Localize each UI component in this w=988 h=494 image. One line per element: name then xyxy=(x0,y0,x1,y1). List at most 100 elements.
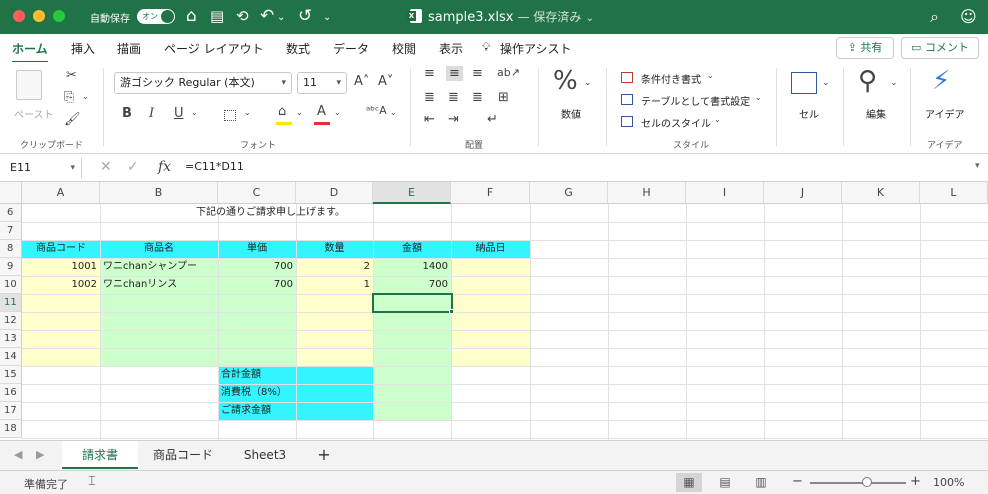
cell-a9[interactable]: 1001 xyxy=(22,258,100,276)
borders-icon[interactable] xyxy=(224,110,236,121)
row-header-13[interactable]: 13 xyxy=(0,330,22,348)
cell-c17[interactable]: ご請求金額 xyxy=(218,402,274,420)
cell-a8[interactable]: 商品コード xyxy=(22,240,100,258)
lightbulb-icon[interactable]: 💡︎ xyxy=(482,40,490,55)
insert-function-icon[interactable]: fx xyxy=(158,159,171,175)
format-as-table-button[interactable]: テーブルとして書式設定 xyxy=(641,93,750,108)
fill-color-dropdown-icon[interactable]: ⌄ xyxy=(296,108,303,117)
tab-insert[interactable]: 挿入 xyxy=(71,40,95,57)
increase-indent-icon[interactable]: ⇥ xyxy=(448,112,459,127)
conditional-format-dropdown-icon[interactable]: ⌄ xyxy=(707,71,714,80)
paste-icon[interactable] xyxy=(16,70,42,100)
sync-icon[interactable]: ⟲ xyxy=(236,6,249,26)
row-header-16[interactable]: 16 xyxy=(0,384,22,402)
cancel-icon[interactable]: ✕ xyxy=(100,159,112,175)
row-header-7[interactable]: 7 xyxy=(0,222,22,240)
cell-c6[interactable]: 下記の通りご請求申し上げます。 xyxy=(193,204,348,222)
phonetic-dropdown-icon[interactable]: ⌄ xyxy=(390,108,397,117)
enter-icon[interactable]: ✓ xyxy=(127,159,139,175)
account-icon[interactable]: ☺ xyxy=(960,7,977,26)
expand-formula-icon[interactable]: ▾ xyxy=(975,161,980,171)
save-icon[interactable]: ▤ xyxy=(210,6,224,26)
macro-record-icon[interactable]: ⌶ xyxy=(88,474,96,489)
fullscreen-window-button[interactable] xyxy=(53,10,65,22)
sheet-tab-invoice[interactable]: 請求書 xyxy=(62,441,138,469)
align-right-icon[interactable]: ≣ xyxy=(472,90,483,105)
add-sheet-button[interactable]: + xyxy=(310,441,338,469)
format-as-table-dropdown-icon[interactable]: ⌄ xyxy=(755,93,762,102)
cell-b8[interactable]: 商品名 xyxy=(100,240,218,258)
cell-a10[interactable]: 1002 xyxy=(22,276,100,294)
cell-f8[interactable]: 納品日 xyxy=(451,240,530,258)
cell-c10[interactable]: 700 xyxy=(218,276,296,294)
cells-dropdown-icon[interactable]: ⌄ xyxy=(822,78,830,88)
row-header-8[interactable]: 8 xyxy=(0,240,22,258)
conditional-format-button[interactable]: 条件付き書式 xyxy=(641,71,701,86)
align-bottom-icon[interactable]: ≡ xyxy=(472,66,483,81)
row-header-17[interactable]: 17 xyxy=(0,402,22,420)
cell-d9[interactable]: 2 xyxy=(296,258,373,276)
font-color-dropdown-icon[interactable]: ⌄ xyxy=(334,108,341,117)
name-box[interactable]: E11 ▾ xyxy=(6,158,82,178)
column-header-k[interactable]: K xyxy=(842,182,920,204)
row-header-6[interactable]: 6 xyxy=(0,204,22,222)
active-cell-selection[interactable] xyxy=(372,293,453,313)
editing-dropdown-icon[interactable]: ⌄ xyxy=(890,78,898,88)
format-painter-icon[interactable]: 🖌︎ xyxy=(64,112,81,127)
underline-dropdown-icon[interactable]: ⌄ xyxy=(191,108,198,117)
align-middle-icon[interactable]: ≡ xyxy=(446,66,463,81)
customize-toolbar-icon[interactable]: ⌄ xyxy=(323,8,331,28)
home-icon[interactable]: ⌂ xyxy=(186,6,197,26)
saved-status-caret[interactable]: ⌄ xyxy=(586,13,594,24)
font-size-select[interactable]: 11 ▾ xyxy=(297,72,347,94)
row-header-9[interactable]: 9 xyxy=(0,258,22,276)
ideas-icon[interactable]: ⚡︎ xyxy=(932,66,950,96)
previous-sheet-icon[interactable]: ◀ xyxy=(14,448,22,461)
bold-button[interactable]: B xyxy=(122,106,132,121)
row-header-11[interactable]: 11 xyxy=(0,294,22,312)
tab-view[interactable]: 表示 xyxy=(439,40,463,57)
cell-e9[interactable]: 1400 xyxy=(373,258,451,276)
fill-handle[interactable] xyxy=(449,309,454,314)
zoom-slider-knob[interactable] xyxy=(862,477,872,487)
tab-home[interactable]: ホーム xyxy=(12,40,48,64)
cell-c15[interactable]: 合計金額 xyxy=(218,366,264,384)
cell-c16[interactable]: 消費税（8%） xyxy=(218,384,290,402)
row-header-14[interactable]: 14 xyxy=(0,348,22,366)
undo-dropdown-icon[interactable]: ⌄ xyxy=(277,8,285,28)
tab-data[interactable]: データ xyxy=(333,40,369,57)
fill-color-icon[interactable]: ⌂ xyxy=(278,104,286,119)
minimize-window-button[interactable] xyxy=(33,10,45,22)
copy-dropdown-icon[interactable]: ⌄ xyxy=(82,92,89,101)
align-left-icon[interactable]: ≣ xyxy=(424,90,435,105)
cell-c8[interactable]: 単価 xyxy=(218,240,296,258)
tab-draw[interactable]: 描画 xyxy=(117,40,141,57)
decrease-indent-icon[interactable]: ⇤ xyxy=(424,112,435,127)
decrease-font-icon[interactable]: A˅ xyxy=(378,74,393,89)
increase-font-icon[interactable]: A˄ xyxy=(354,74,369,89)
worksheet-grid[interactable]: A B C D E F G H I J K L 6 7 8 9 10 11 12… xyxy=(0,182,988,440)
cell-d10[interactable]: 1 xyxy=(296,276,373,294)
page-layout-view-button[interactable]: ▤ xyxy=(712,473,738,492)
cell-e10[interactable]: 700 xyxy=(373,276,451,294)
share-button[interactable]: ⇪ 共有 xyxy=(836,37,894,59)
sheet-tab-sheet3[interactable]: Sheet3 xyxy=(228,441,302,469)
row-header-18[interactable]: 18 xyxy=(0,420,22,438)
font-name-select[interactable]: 游ゴシック Regular (本文) ▾ xyxy=(114,72,292,94)
align-center-icon[interactable]: ≣ xyxy=(448,90,459,105)
cut-icon[interactable]: ✂ xyxy=(66,68,77,83)
zoom-out-icon[interactable]: − xyxy=(792,474,803,489)
wrap-text-icon[interactable]: ↵ xyxy=(487,112,498,127)
cell-d8[interactable]: 数量 xyxy=(296,240,373,258)
cell-e8[interactable]: 金額 xyxy=(373,240,451,258)
cell-styles-dropdown-icon[interactable]: ⌄ xyxy=(714,115,721,124)
tab-tell-me[interactable]: 操作アシスト xyxy=(500,40,572,57)
tab-formulas[interactable]: 数式 xyxy=(286,40,310,57)
cell-b9[interactable]: ワニchanシャンプー xyxy=(100,258,200,276)
column-header-f[interactable]: F xyxy=(451,182,530,204)
cell-c9[interactable]: 700 xyxy=(218,258,296,276)
normal-view-button[interactable]: ▦ xyxy=(676,473,702,492)
cell-b10[interactable]: ワニchanリンス xyxy=(100,276,180,294)
column-header-a[interactable]: A xyxy=(22,182,100,204)
autosave-toggle[interactable]: オン xyxy=(137,9,175,24)
